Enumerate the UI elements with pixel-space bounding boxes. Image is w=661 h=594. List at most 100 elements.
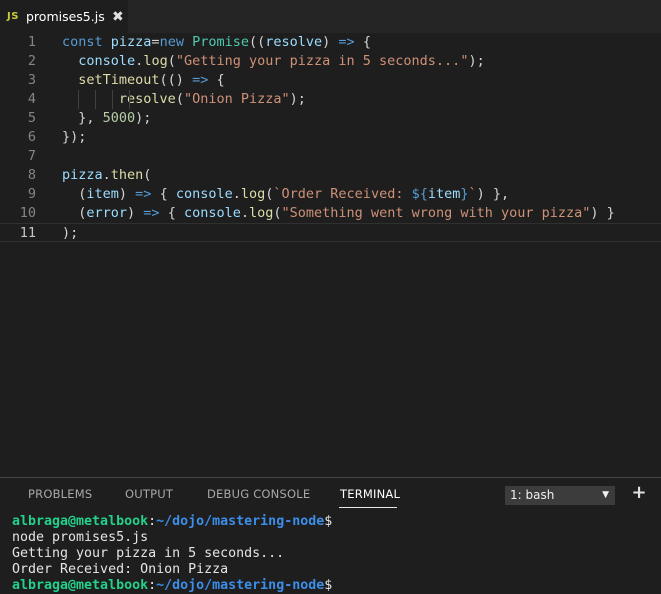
prompt-user: albraga@metalbook [12, 514, 149, 529]
code-token: error [86, 205, 128, 221]
code-line[interactable]: 6}); [0, 128, 661, 147]
tab-terminal[interactable]: TERMINAL [340, 487, 400, 501]
code-token: => [135, 186, 152, 202]
line-number: 8 [27, 167, 36, 183]
code-text: }, 5000); [62, 109, 151, 128]
code-token: { [151, 186, 176, 202]
code-token: log [143, 53, 168, 69]
terminal-output-line: Order Received: Onion Pizza [12, 562, 229, 577]
indent-guide [78, 90, 79, 109]
code-token: ( [175, 91, 184, 107]
line-number: 3 [27, 72, 36, 88]
code-token: new [159, 34, 193, 50]
indent-guide [112, 90, 113, 109]
code-token: } [460, 186, 469, 202]
code-token: setTimeout [78, 72, 160, 88]
code-token: item [427, 186, 461, 202]
code-text: ); [62, 224, 78, 243]
code-line[interactable]: 1 const pizza=new Promise((resolve) => { [0, 33, 661, 52]
code-token: ); [135, 110, 152, 126]
line-number: 1 [27, 34, 36, 50]
terminal-prompt-line: albraga@metalbook:~/dojo/mastering-node$ [12, 514, 333, 529]
code-token: ( [273, 205, 282, 221]
code-token: log [240, 186, 266, 202]
terminal-select[interactable]: 1: bash ▼ [505, 486, 615, 505]
code-token: ); [468, 53, 485, 69]
code-line[interactable]: 10 (error) => { console.log("Something w… [0, 204, 661, 223]
prompt-user: albraga@metalbook [12, 578, 149, 593]
code-token: pizza [110, 34, 152, 50]
code-token: ( [167, 53, 176, 69]
editor-tab-bar: JS promises5.js ✖ [0, 0, 661, 33]
line-number: 2 [27, 53, 36, 69]
code-token: ) [118, 186, 136, 202]
code-token: ) } [590, 205, 615, 221]
code-token: console [175, 186, 233, 202]
code-text: console.log("Getting your pizza in 5 sec… [62, 52, 485, 71]
code-token: resolve [265, 34, 323, 50]
prompt-path: ~/dojo/mastering-node [156, 578, 325, 593]
code-token: { [354, 34, 371, 50]
line-number: 7 [27, 148, 36, 164]
code-line[interactable]: 9 (item) => { console.log(`Order Receive… [0, 185, 661, 204]
code-line[interactable]: 7 [0, 147, 661, 166]
code-token: { [159, 205, 184, 221]
bottom-panel: PROBLEMS OUTPUT DEBUG CONSOLE TERMINAL 1… [0, 477, 661, 593]
code-token: ( [62, 186, 87, 202]
active-tab-indicator [339, 507, 397, 508]
code-token: item [86, 186, 119, 202]
code-text: resolve("Onion Pizza"); [62, 90, 306, 109]
code-token: => [192, 72, 209, 88]
line-number: 10 [19, 205, 36, 221]
line-number: 11 [19, 225, 36, 241]
code-token: }); [62, 129, 87, 145]
code-token: then [110, 167, 144, 183]
code-token: (( [248, 34, 266, 50]
code-token: "Something went wrong with your pizza" [281, 205, 591, 221]
line-number: 9 [27, 186, 36, 202]
line-number: 4 [27, 91, 36, 107]
code-text: }); [62, 128, 86, 147]
code-text: (item) => { console.log(`Order Received:… [62, 185, 509, 204]
code-token: ( [143, 167, 152, 183]
new-terminal-icon[interactable]: + [630, 483, 648, 503]
code-line[interactable]: 11); [0, 223, 661, 242]
tab-output[interactable]: OUTPUT [125, 487, 173, 501]
code-token: (() [159, 72, 193, 88]
prompt-symbol: $ [324, 514, 333, 529]
code-token: . [102, 167, 111, 183]
terminal-output-line: Getting your pizza in 5 seconds... [12, 546, 285, 561]
code-line[interactable]: 4 resolve("Onion Pizza"); [0, 90, 661, 109]
code-line[interactable]: 3 setTimeout(() => { [0, 71, 661, 90]
code-token: console [183, 205, 241, 221]
file-tab-promises5[interactable]: JS promises5.js ✖ [0, 0, 128, 33]
code-editor[interactable]: 1 const pizza=new Promise((resolve) => {2… [0, 33, 661, 477]
code-token: `Order Received: [273, 186, 412, 202]
code-line[interactable]: 8 pizza.then( [0, 166, 661, 185]
tab-problems[interactable]: PROBLEMS [28, 487, 92, 501]
code-token: log [249, 205, 274, 221]
tab-debug-console[interactable]: DEBUG CONSOLE [207, 487, 310, 501]
code-token: ${ [411, 186, 428, 202]
code-line[interactable]: 2 console.log("Getting your pizza in 5 s… [0, 52, 661, 71]
code-token: ) [322, 34, 339, 50]
indent-guide [95, 90, 96, 109]
code-token: => [338, 34, 355, 50]
prompt-symbol: $ [324, 578, 333, 593]
code-token: }, [62, 110, 103, 126]
code-token: 5000 [102, 110, 136, 126]
code-token: ) }, [476, 186, 510, 202]
prompt-path: ~/dojo/mastering-node [156, 514, 325, 529]
code-text: pizza.then( [62, 166, 151, 185]
code-token: const [62, 34, 111, 50]
terminal-next-prompt-line[interactable]: albraga@metalbook:~/dojo/mastering-node$ [12, 578, 332, 594]
tab-filename: promises5.js [26, 9, 105, 24]
code-token: ) [127, 205, 144, 221]
code-line[interactable]: 5 }, 5000); [0, 109, 661, 128]
close-icon[interactable]: ✖ [112, 10, 124, 24]
code-token: "Onion Pizza" [183, 91, 290, 107]
code-text: setTimeout(() => { [62, 71, 224, 90]
code-token: ); [289, 91, 306, 107]
